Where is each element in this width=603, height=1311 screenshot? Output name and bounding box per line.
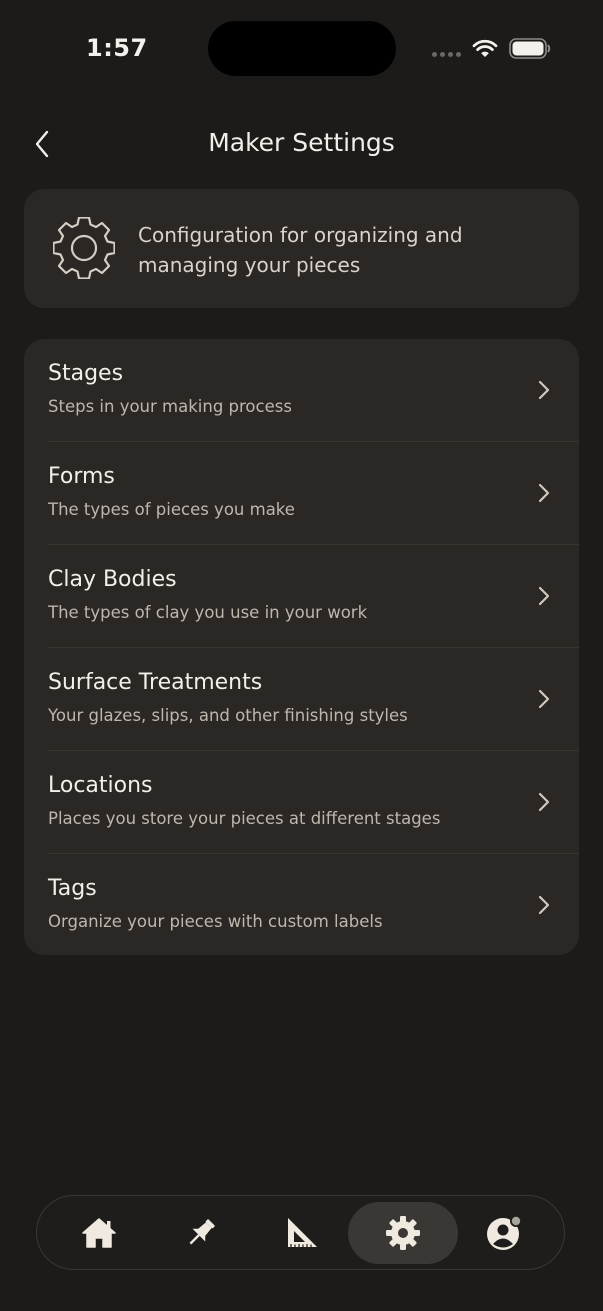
row-subtitle: The types of clay you use in your work [48,603,368,622]
chevron-right-icon [538,689,550,709]
settings-row-tags[interactable]: Tags Organize your pieces with custom la… [24,854,579,955]
settings-row-forms[interactable]: Forms The types of pieces you make [24,442,579,545]
notification-dot [511,1216,521,1226]
page-title: Maker Settings [208,128,395,157]
row-title: Forms [48,464,115,489]
tab-home[interactable] [44,1202,154,1264]
gear-icon [386,1216,420,1250]
set-square-icon [288,1218,317,1247]
chevron-right-icon [538,483,550,503]
navigation-header: Maker Settings [0,110,603,180]
info-description: Configuration for organizing and managin… [138,223,463,277]
dynamic-island [208,21,396,76]
chevron-right-icon [538,380,550,400]
pin-icon [189,1219,215,1245]
tab-pinned[interactable] [146,1202,256,1264]
tab-settings[interactable] [348,1202,458,1264]
row-title: Locations [48,773,153,798]
settings-row-clay-bodies[interactable]: Clay Bodies The types of clay you use in… [24,545,579,648]
status-time: 1:57 [86,34,148,62]
tab-tools[interactable] [247,1202,357,1264]
row-subtitle: Places you store your pieces at differen… [48,809,441,828]
home-icon [82,1218,116,1248]
row-title: Tags [48,876,97,901]
cellular-signal-icon [432,52,461,57]
gear-outline-icon [53,217,115,279]
settings-list: Stages Steps in your making process Form… [24,339,579,955]
row-subtitle: Your glazes, slips, and other finishing … [48,706,408,725]
chevron-right-icon [538,792,550,812]
battery-icon [509,38,551,59]
settings-row-surface-treatments[interactable]: Surface Treatments Your glazes, slips, a… [24,648,579,751]
row-subtitle: The types of pieces you make [48,500,295,519]
row-title: Clay Bodies [48,567,177,592]
settings-row-locations[interactable]: Locations Places you store your pieces a… [24,751,579,854]
profile-icon [487,1215,522,1250]
chevron-right-icon [538,895,550,915]
row-title: Stages [48,361,124,386]
settings-row-stages[interactable]: Stages Steps in your making process [24,339,579,442]
tab-profile[interactable] [449,1202,559,1264]
chevron-right-icon [538,586,550,606]
info-card: Configuration for organizing and managin… [24,189,579,308]
tab-bar [36,1195,565,1270]
status-bar: 1:57 [0,0,603,96]
row-title: Surface Treatments [48,670,263,695]
wifi-icon [472,39,498,57]
row-subtitle: Steps in your making process [48,397,292,416]
row-subtitle: Organize your pieces with custom labels [48,912,383,931]
